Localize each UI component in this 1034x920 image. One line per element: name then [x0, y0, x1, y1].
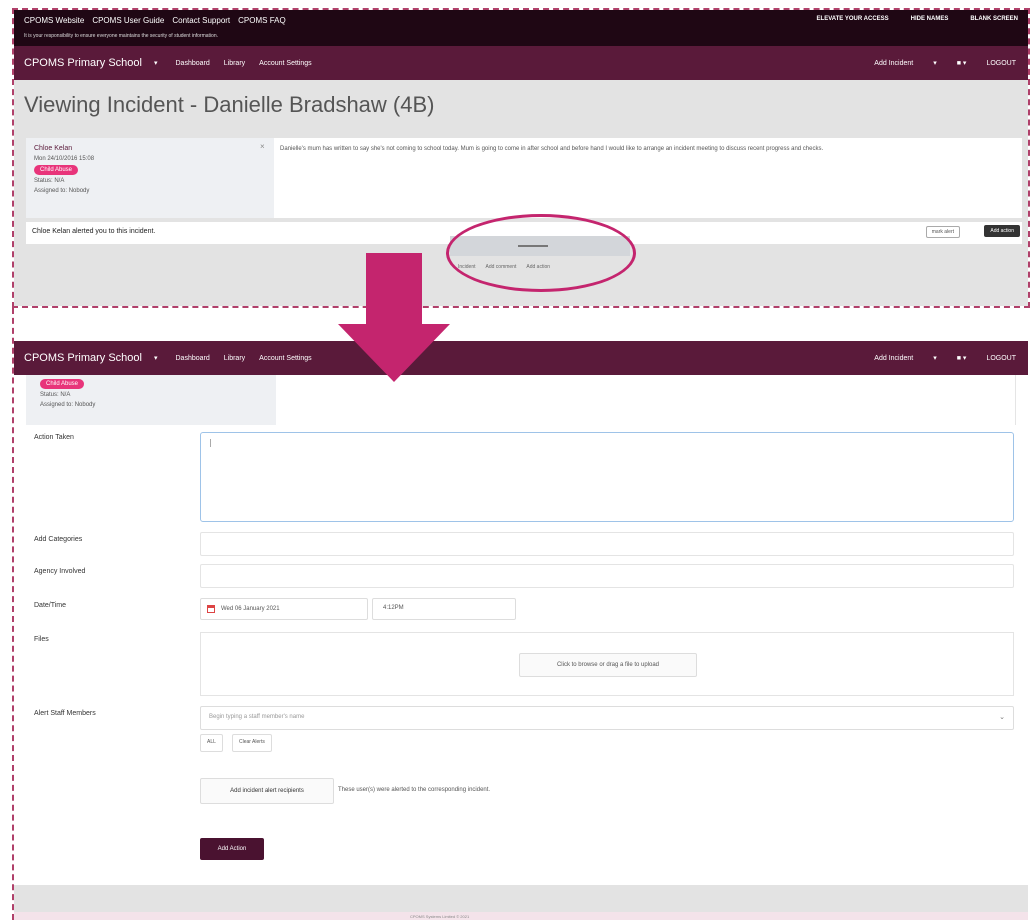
- incident-meta: Chloe Kelan Mon 24/10/2016 15:08 Child A…: [26, 138, 274, 218]
- arrow-down-icon: [366, 253, 422, 325]
- add-recipients-button[interactable]: Add incident alert recipients: [200, 778, 334, 804]
- footer-strip: [14, 912, 1028, 920]
- logout-button[interactable]: LOGOUT: [986, 60, 1016, 67]
- user-menu-2[interactable]: ■ ▾: [957, 354, 967, 362]
- elevate-access-link[interactable]: ELEVATE YOUR ACCESS: [817, 16, 889, 22]
- incident-assigned: Assigned to: Nobody: [34, 188, 90, 194]
- hide-names-link[interactable]: HIDE NAMES: [911, 16, 949, 22]
- nav-library[interactable]: Library: [224, 60, 245, 67]
- calendar-icon: [207, 605, 215, 613]
- nav-account-settings-2[interactable]: Account Settings: [259, 355, 312, 362]
- time-input[interactable]: 4:12PM: [372, 598, 516, 620]
- page-title: Viewing Incident - Danielle Bradshaw (4B…: [24, 92, 435, 117]
- link-contact-support[interactable]: Contact Support: [172, 16, 230, 25]
- nav-account-settings[interactable]: Account Settings: [259, 60, 312, 67]
- brand-name-2[interactable]: CPOMS Primary School: [24, 352, 142, 364]
- chevron-down-icon: ⌄: [999, 714, 1005, 721]
- clear-alerts-button[interactable]: Clear Alerts: [232, 734, 272, 752]
- user-menu[interactable]: ■ ▾: [957, 59, 967, 67]
- link-user-guide[interactable]: CPOMS User Guide: [92, 16, 164, 25]
- incident-author[interactable]: Chloe Kelan: [34, 144, 266, 154]
- add-incident-caret-icon[interactable]: ▾: [933, 59, 937, 67]
- date-input[interactable]: Wed 06 January 2021: [200, 598, 368, 620]
- incident-status: Status: N/A: [34, 178, 65, 184]
- category-badge-2: Child Abuse: [40, 379, 85, 389]
- category-badge: Child Abuse: [34, 165, 79, 175]
- link-faq[interactable]: CPOMS FAQ: [238, 16, 286, 25]
- categories-input[interactable]: [200, 532, 1014, 556]
- label-alert-staff: Alert Staff Members: [34, 710, 96, 717]
- arrow-head-icon: [338, 324, 450, 382]
- user-icon-2: ■: [956, 355, 961, 362]
- user-icon: ■: [956, 60, 961, 67]
- blank-screen-link[interactable]: BLANK SCREEN: [970, 16, 1018, 22]
- footer-text: CPOMS Systems Limited © 2021: [410, 914, 470, 919]
- label-add-categories: Add Categories: [34, 536, 83, 543]
- action-taken-textarea[interactable]: [200, 432, 1014, 522]
- label-action-taken: Action Taken: [34, 434, 74, 441]
- close-icon[interactable]: ×: [260, 142, 265, 151]
- add-incident-button[interactable]: Add Incident: [874, 60, 913, 67]
- utility-bar: CPOMS Website CPOMS User Guide Contact S…: [14, 10, 1028, 46]
- user-caret-icon: ▾: [962, 60, 967, 67]
- label-agency-involved: Agency Involved: [34, 568, 86, 575]
- highlight-ellipse: [446, 214, 636, 292]
- staff-select[interactable]: Begin typing a staff member's name ⌄: [200, 706, 1014, 730]
- add-incident-caret-icon-2[interactable]: ▾: [933, 354, 937, 362]
- security-note: It is your responsibility to ensure ever…: [24, 33, 218, 39]
- main-nav-top: CPOMS Primary School ▾ Dashboard Library…: [14, 46, 1028, 80]
- staff-placeholder: Begin typing a staff member's name: [209, 714, 305, 720]
- incident-card: Chloe Kelan Mon 24/10/2016 15:08 Child A…: [26, 138, 1022, 218]
- date-value: Wed 06 January 2021: [221, 606, 280, 612]
- file-dropzone[interactable]: Click to browse or drag a file to upload: [200, 632, 1014, 696]
- main-nav-bottom: CPOMS Primary School ▾ Dashboard Library…: [14, 341, 1028, 375]
- label-files: Files: [34, 636, 49, 643]
- select-all-button[interactable]: ALL: [200, 734, 223, 752]
- incident-date: Mon 24/10/2016 15:08: [34, 156, 95, 162]
- incident-description-area-2: [276, 375, 1016, 425]
- link-cpoms-website[interactable]: CPOMS Website: [24, 16, 84, 25]
- brand-name[interactable]: CPOMS Primary School: [24, 57, 142, 69]
- text-cursor: [210, 439, 211, 447]
- add-incident-button-2[interactable]: Add Incident: [874, 355, 913, 362]
- user-caret-icon-2: ▾: [962, 355, 967, 362]
- label-date-time: Date/Time: [34, 602, 67, 609]
- nav-dashboard[interactable]: Dashboard: [176, 60, 210, 67]
- alert-text: Chloe Kelan alerted you to this incident…: [32, 228, 156, 235]
- incident-status-2: Status: N/A: [40, 392, 71, 398]
- logout-button-2[interactable]: LOGOUT: [986, 355, 1016, 362]
- recipients-note: These user(s) were alerted to the corres…: [338, 787, 491, 793]
- add-action-button[interactable]: Add Action: [200, 838, 264, 860]
- footer-gray: [14, 885, 1028, 912]
- incident-description: Danielle's mum has written to say she's …: [280, 146, 824, 152]
- incident-meta-2: Child Abuse Status: N/A Assigned to: Nob…: [26, 375, 276, 425]
- upload-button[interactable]: Click to browse or drag a file to upload: [519, 653, 697, 677]
- mark-alert-button[interactable]: mark alert: [925, 226, 960, 238]
- incident-assigned-2: Assigned to: Nobody: [40, 402, 96, 408]
- brand-caret-icon-2[interactable]: ▾: [154, 354, 158, 362]
- brand-caret-icon[interactable]: ▾: [154, 59, 158, 67]
- agency-input[interactable]: [200, 564, 1014, 588]
- nav-library-2[interactable]: Library: [224, 355, 245, 362]
- nav-dashboard-2[interactable]: Dashboard: [176, 355, 210, 362]
- add-action-dark-button[interactable]: Add action: [984, 225, 1020, 237]
